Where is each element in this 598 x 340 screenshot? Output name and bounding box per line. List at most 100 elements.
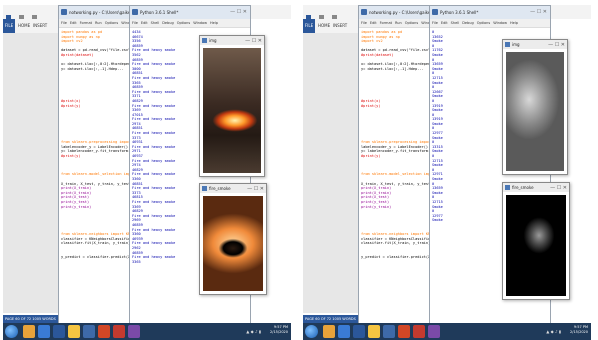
shell-menubar: File Edit Shell Debug Options Window Help	[130, 19, 250, 28]
window-controls[interactable]: — ☐ ✕	[247, 185, 264, 194]
menu-item[interactable]: Debug	[162, 21, 174, 25]
windows-taskbar: ▲ ◆ ♪ ▮ 9:57 PM 2/15/2020	[303, 323, 591, 340]
word-ribbon-tabs: FILE HOME INSERT	[3, 19, 58, 33]
shell-titlebar[interactable]: Python 3.6.1 Shell* — ☐ ✕	[130, 6, 250, 19]
opencv-window-icon	[202, 38, 207, 43]
fire-smoke-window-title: fire_smoke	[512, 185, 534, 190]
start-button[interactable]	[5, 325, 18, 338]
word-document-area	[303, 33, 358, 313]
powerpoint-icon[interactable]	[98, 325, 110, 338]
menu-item[interactable]: Shell	[151, 21, 160, 25]
menu-item[interactable]: File	[432, 21, 438, 25]
python-shell-icon	[432, 9, 438, 15]
file-explorer-icon[interactable]	[23, 325, 35, 338]
fire-smoke-window-titlebar[interactable]: fire_smoke — ☐ ✕	[200, 184, 266, 193]
ie-icon[interactable]	[338, 325, 350, 338]
clock[interactable]: 9:57 PM 2/15/2020	[570, 325, 588, 335]
menu-item[interactable]: Help	[210, 21, 218, 25]
img-window-titlebar[interactable]: img — ☐ ✕	[200, 36, 264, 45]
shell-title: Python 3.6.1 Shell*	[440, 10, 479, 15]
pdf-icon[interactable]	[113, 325, 125, 338]
python-file-icon	[61, 9, 67, 15]
window-controls[interactable]: — ☐ ✕	[550, 184, 567, 193]
window-controls[interactable]: — ☐ ✕	[548, 41, 565, 50]
fire-smoke-window-titlebar[interactable]: fire_smoke — ☐ ✕	[503, 183, 569, 192]
word-tab-insert[interactable]: INSERT	[33, 23, 47, 28]
menu-item[interactable]: Window	[193, 21, 207, 25]
word-taskbar-icon[interactable]	[53, 325, 65, 338]
system-tray-icons[interactable]: ▲ ◆ ♪ ▮	[246, 329, 261, 334]
system-tray-icons[interactable]: ▲ ◆ ♪ ▮	[546, 329, 561, 334]
word-tab-home[interactable]: HOME	[18, 23, 30, 28]
menu-item[interactable]: Shell	[451, 21, 460, 25]
img-window[interactable]: img — ☐ ✕	[199, 35, 265, 177]
img-window-title: img	[512, 42, 520, 47]
python-taskbar-icon[interactable]	[383, 325, 395, 338]
word-tab-file[interactable]: FILE	[303, 19, 315, 33]
powerpoint-icon[interactable]	[398, 325, 410, 338]
app-icon[interactable]	[428, 325, 440, 338]
clock-date: 2/15/2020	[270, 330, 288, 334]
menu-item[interactable]: Format	[80, 21, 92, 25]
pdf-icon[interactable]	[413, 325, 425, 338]
shell-title: Python 3.6.1 Shell*	[140, 10, 179, 15]
menu-item[interactable]: File	[61, 21, 67, 25]
img-window-title: img	[209, 38, 217, 43]
opencv-window-icon	[505, 42, 510, 47]
screenshot-left: FILE HOME INSERT PAGE 60 OF 72 1005 WORD…	[3, 5, 291, 340]
shell-titlebar[interactable]: Python 3.6.1 Shell* — ☐ ✕	[430, 6, 550, 19]
word-document-area	[3, 33, 58, 313]
python-file-icon	[361, 9, 367, 15]
chrome-icon[interactable]	[68, 325, 80, 338]
detection-mask-frame	[506, 195, 566, 296]
file-explorer-icon[interactable]	[323, 325, 335, 338]
menu-item[interactable]: Options	[105, 21, 119, 25]
menu-item[interactable]: Edit	[441, 21, 448, 25]
camera-frame	[203, 48, 261, 173]
start-button[interactable]	[305, 325, 318, 338]
app-icon[interactable]	[128, 325, 140, 338]
fire-smoke-window-title: fire_smoke	[209, 186, 231, 191]
python-shell-icon	[132, 9, 138, 15]
word-tab-home[interactable]: HOME	[318, 23, 330, 28]
windows-taskbar: ▲ ◆ ♪ ▮ 9:57 PM 2/15/2020	[3, 323, 291, 340]
ie-icon[interactable]	[38, 325, 50, 338]
word-tab-insert[interactable]: INSERT	[333, 23, 347, 28]
menu-item[interactable]: File	[361, 21, 367, 25]
chrome-icon[interactable]	[368, 325, 380, 338]
detection-mask-frame	[203, 196, 263, 291]
opencv-window-icon	[505, 185, 510, 190]
window-controls[interactable]: — ☐ ✕	[230, 6, 247, 19]
python-taskbar-icon[interactable]	[83, 325, 95, 338]
window-controls[interactable]: — ☐ ✕	[530, 6, 547, 19]
menu-item[interactable]: Window	[493, 21, 507, 25]
menu-item[interactable]: Edit	[370, 21, 377, 25]
word-tab-file[interactable]: FILE	[3, 19, 15, 33]
fire-smoke-window[interactable]: fire_smoke — ☐ ✕	[199, 183, 267, 295]
menu-item[interactable]: Debug	[462, 21, 474, 25]
menu-item[interactable]: Run	[395, 21, 402, 25]
menu-item[interactable]: Format	[380, 21, 392, 25]
word-status-bar: PAGE 60 OF 72 1005 WORDS	[3, 315, 58, 323]
menu-item[interactable]: Run	[95, 21, 102, 25]
fire-smoke-window[interactable]: fire_smoke — ☐ ✕	[502, 182, 570, 300]
camera-frame	[506, 52, 564, 171]
menu-item[interactable]: Edit	[70, 21, 77, 25]
menu-item[interactable]: Options	[477, 21, 491, 25]
word-status-bar: PAGE 60 OF 72 1005 WORDS	[303, 315, 358, 323]
menu-item[interactable]: Help	[510, 21, 518, 25]
opencv-window-icon	[202, 186, 207, 191]
menu-item[interactable]: Options	[405, 21, 419, 25]
clock-date: 2/15/2020	[570, 330, 588, 334]
menu-item[interactable]: Edit	[141, 21, 148, 25]
menu-item[interactable]: Options	[177, 21, 191, 25]
screenshot-right: FILE HOME INSERT PAGE 60 OF 72 1005 WORD…	[303, 5, 591, 340]
window-controls[interactable]: — ☐ ✕	[245, 37, 262, 46]
word-taskbar-icon[interactable]	[353, 325, 365, 338]
img-window[interactable]: img — ☐ ✕	[502, 39, 568, 175]
word-ribbon-tabs: FILE HOME INSERT	[303, 19, 358, 33]
shell-menubar: File Edit Shell Debug Options Window Help	[430, 19, 550, 28]
img-window-titlebar[interactable]: img — ☐ ✕	[503, 40, 567, 49]
clock[interactable]: 9:57 PM 2/15/2020	[270, 325, 288, 335]
menu-item[interactable]: File	[132, 21, 138, 25]
